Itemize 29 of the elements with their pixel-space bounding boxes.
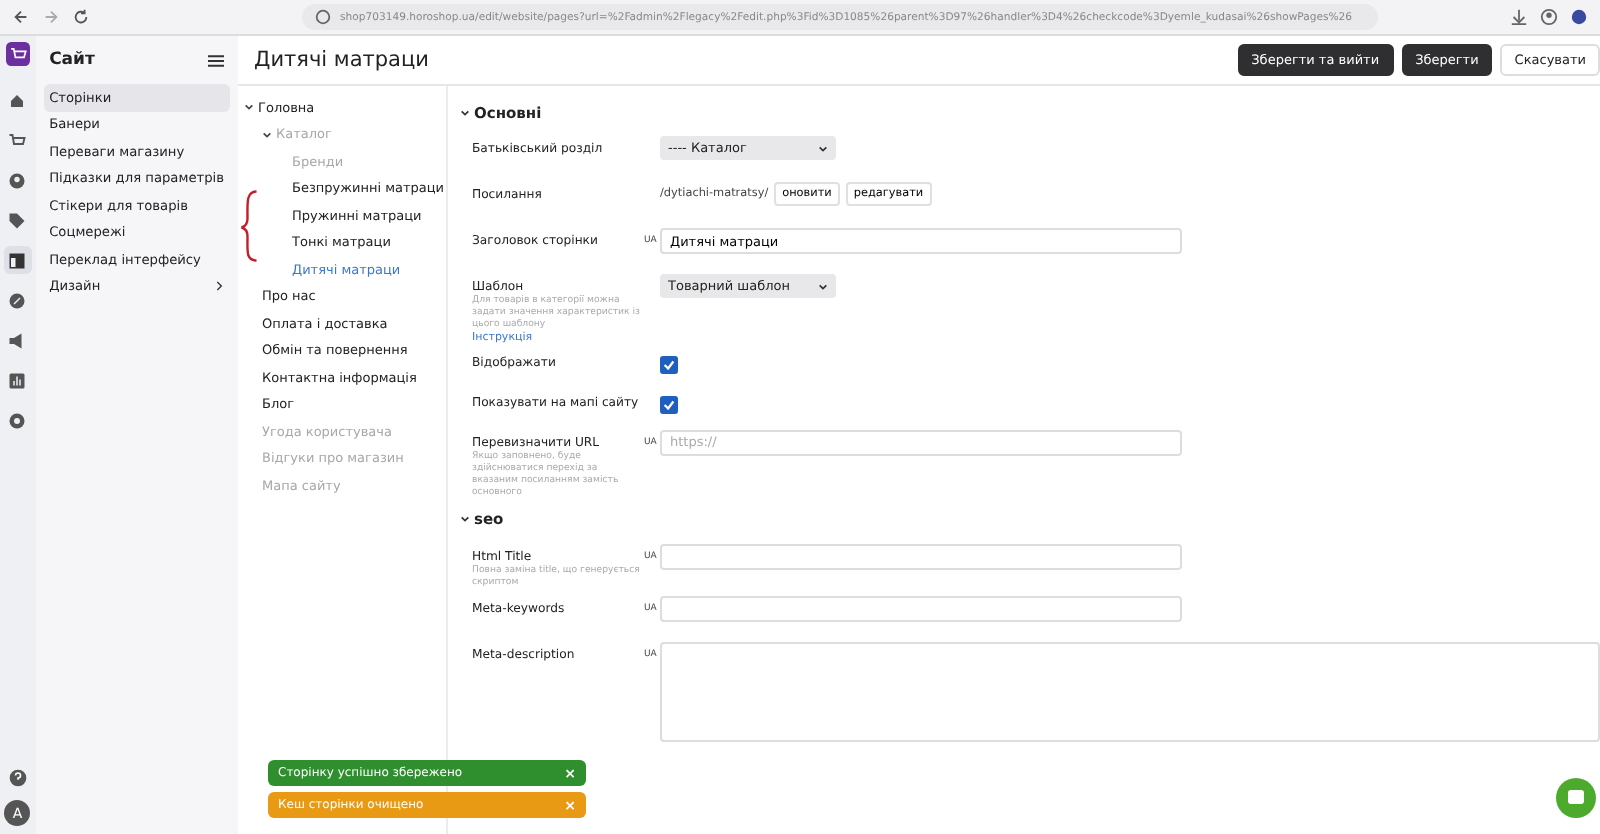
text-field[interactable]	[660, 595, 1182, 622]
home-icon	[8, 91, 27, 109]
profile-icon[interactable]	[1540, 8, 1558, 26]
rail-button[interactable]	[3, 246, 32, 274]
help-icon[interactable]	[7, 768, 28, 788]
checkbox[interactable]	[660, 355, 678, 374]
user-icon	[8, 171, 27, 189]
cart-icon	[8, 131, 27, 149]
caret-icon	[460, 514, 470, 525]
checkbox[interactable]	[660, 395, 678, 414]
back-icon[interactable]	[12, 8, 30, 26]
textarea-field[interactable]	[660, 641, 1600, 742]
chart-icon	[8, 371, 27, 389]
sidebar-title: Сайт	[49, 50, 95, 70]
reload-icon[interactable]	[72, 8, 90, 26]
page-title: Дитячі матраци	[254, 48, 429, 72]
menu-icon[interactable]	[208, 53, 224, 67]
megaphone-icon	[8, 331, 27, 349]
chat-bubble-icon[interactable]	[1556, 778, 1596, 818]
layout-icon	[8, 251, 27, 269]
caret-icon	[460, 107, 470, 117]
caret-icon	[818, 143, 828, 153]
caret-icon	[818, 281, 828, 291]
tag-icon	[8, 211, 27, 229]
percent-icon	[8, 291, 27, 309]
cart-logo-icon[interactable]	[5, 42, 30, 66]
site-info-icon[interactable]	[314, 8, 332, 26]
download-icon[interactable]	[1510, 8, 1528, 26]
text-field[interactable]	[660, 543, 1182, 570]
